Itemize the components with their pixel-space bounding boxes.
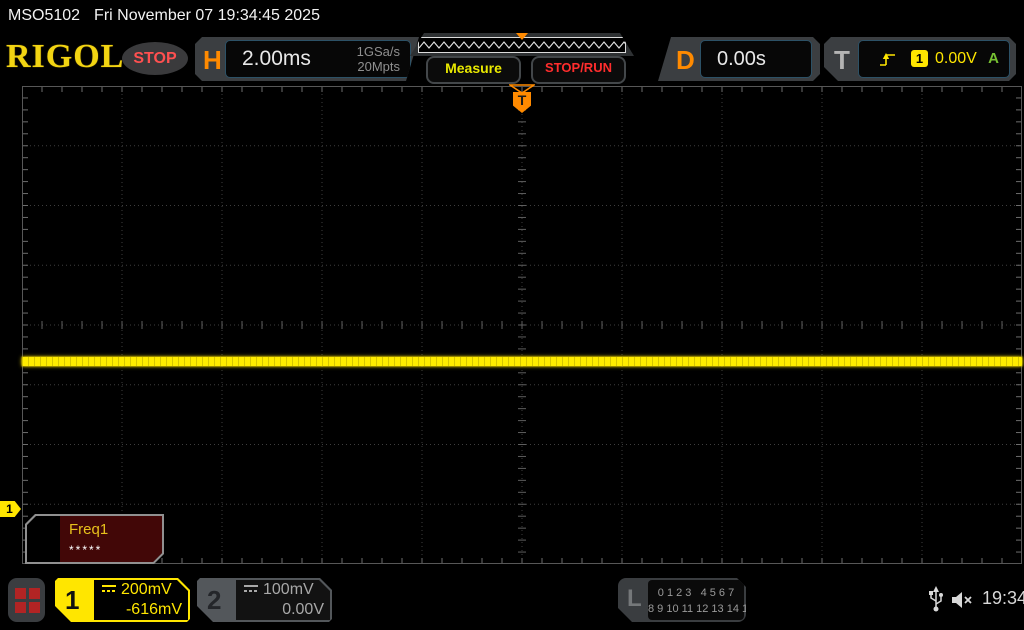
logic-row2: 8 9 10 11 12 13 14 15 — [648, 603, 755, 615]
channel1-status-block[interactable]: 1 200mV -616mV — [55, 578, 190, 622]
channel2-scale: 100mV — [263, 581, 314, 598]
delay-box[interactable]: 0.00s — [700, 40, 812, 78]
clock-text: 19:34 — [982, 588, 1024, 608]
timebase-value: 2.00ms — [242, 47, 311, 70]
trigger-t-flag-icon[interactable]: T — [513, 92, 531, 113]
rising-edge-icon — [879, 51, 896, 67]
datetime-text: Fri November 07 19:34:45 2025 — [94, 7, 320, 24]
channel2-status-block[interactable]: 2 100mV 0.00V — [197, 578, 332, 622]
sample-rate: 1GSa/s — [356, 44, 400, 59]
menu-grid-icon — [15, 602, 26, 613]
menu-grid-icon — [15, 588, 26, 599]
measure-button[interactable]: Measure — [426, 56, 521, 84]
model-name: MSO5102 — [8, 7, 81, 24]
trigger-label: T — [834, 45, 850, 75]
overview-waveform-icon — [419, 39, 625, 51]
measurement-inner: Freq1 ***** — [27, 516, 162, 562]
trigger-mode-indicator: A — [988, 50, 999, 67]
trigger-source-badge: 1 — [911, 50, 928, 67]
trigger-level-value: 0.00V — [935, 50, 977, 67]
dc-coupling-icon — [102, 585, 116, 595]
overview-position-marker-icon[interactable] — [516, 33, 528, 40]
channel1-scale: 200mV — [121, 581, 172, 598]
trigger-box[interactable]: 1 0.00V A — [858, 40, 1010, 78]
menu-button[interactable] — [8, 578, 45, 622]
graticule-grid — [22, 86, 1022, 564]
acquisition-status-button[interactable]: STOP — [122, 42, 188, 75]
channel2-scale-row: 100mV — [244, 581, 314, 599]
trigger-panel[interactable]: T 1 0.00V A — [824, 37, 1016, 81]
oscilloscope-screen: MSO5102 Fri November 07 19:34:45 2025 RIG… — [0, 0, 1024, 630]
channel1-scale-row: 200mV — [102, 581, 172, 599]
menu-grid-icon — [29, 602, 40, 613]
channel1-offset: -616mV — [125, 601, 182, 618]
mem-depth: 20Mpts — [357, 59, 400, 74]
logic-row1: 0 1 2 3 4 5 6 7 — [657, 587, 735, 599]
timebase-box[interactable]: 2.00ms 1GSa/s 20Mpts — [225, 40, 411, 78]
dc-coupling-icon — [244, 585, 258, 595]
channel1-position-marker[interactable]: 1 — [0, 501, 21, 517]
measurement-name: Freq1 — [69, 521, 109, 538]
horizontal-label: H — [203, 45, 222, 75]
channel2-number: 2 — [207, 585, 222, 615]
waveform-overview-bar[interactable] — [410, 33, 634, 56]
rigol-logo: RIGOL — [6, 38, 125, 75]
speaker-muted-icon[interactable] — [950, 590, 976, 610]
delay-label: D — [676, 45, 695, 75]
channel1-waveform-trace — [22, 357, 1022, 366]
trigger-position-marker[interactable]: T — [509, 84, 535, 114]
logic-channel-list: 0 1 2 3 4 5 6 78 9 10 11 12 13 14 15 — [648, 580, 744, 620]
measurement-result-box[interactable]: Freq1 ***** — [25, 514, 164, 564]
logic-label: L — [627, 585, 642, 612]
sample-rate-memdepth: 1GSa/s 20Mpts — [357, 44, 400, 74]
logic-channels-block[interactable]: L 0 1 2 3 4 5 6 78 9 10 11 12 13 14 15 — [618, 578, 746, 622]
measurement-value: ***** — [69, 543, 103, 557]
usb-icon — [929, 586, 943, 612]
delay-value: 0.00s — [717, 48, 766, 70]
channel1-number: 1 — [65, 585, 80, 615]
delay-panel[interactable]: D 0.00s — [658, 37, 820, 81]
titlebar: MSO5102 Fri November 07 19:34:45 2025 — [8, 4, 320, 28]
stop-run-button[interactable]: STOP/RUN — [531, 56, 626, 84]
channel2-offset: 0.00V — [282, 601, 324, 618]
horizontal-settings-panel[interactable]: H 2.00ms 1GSa/s 20Mpts — [195, 37, 419, 81]
menu-grid-icon — [29, 588, 40, 599]
